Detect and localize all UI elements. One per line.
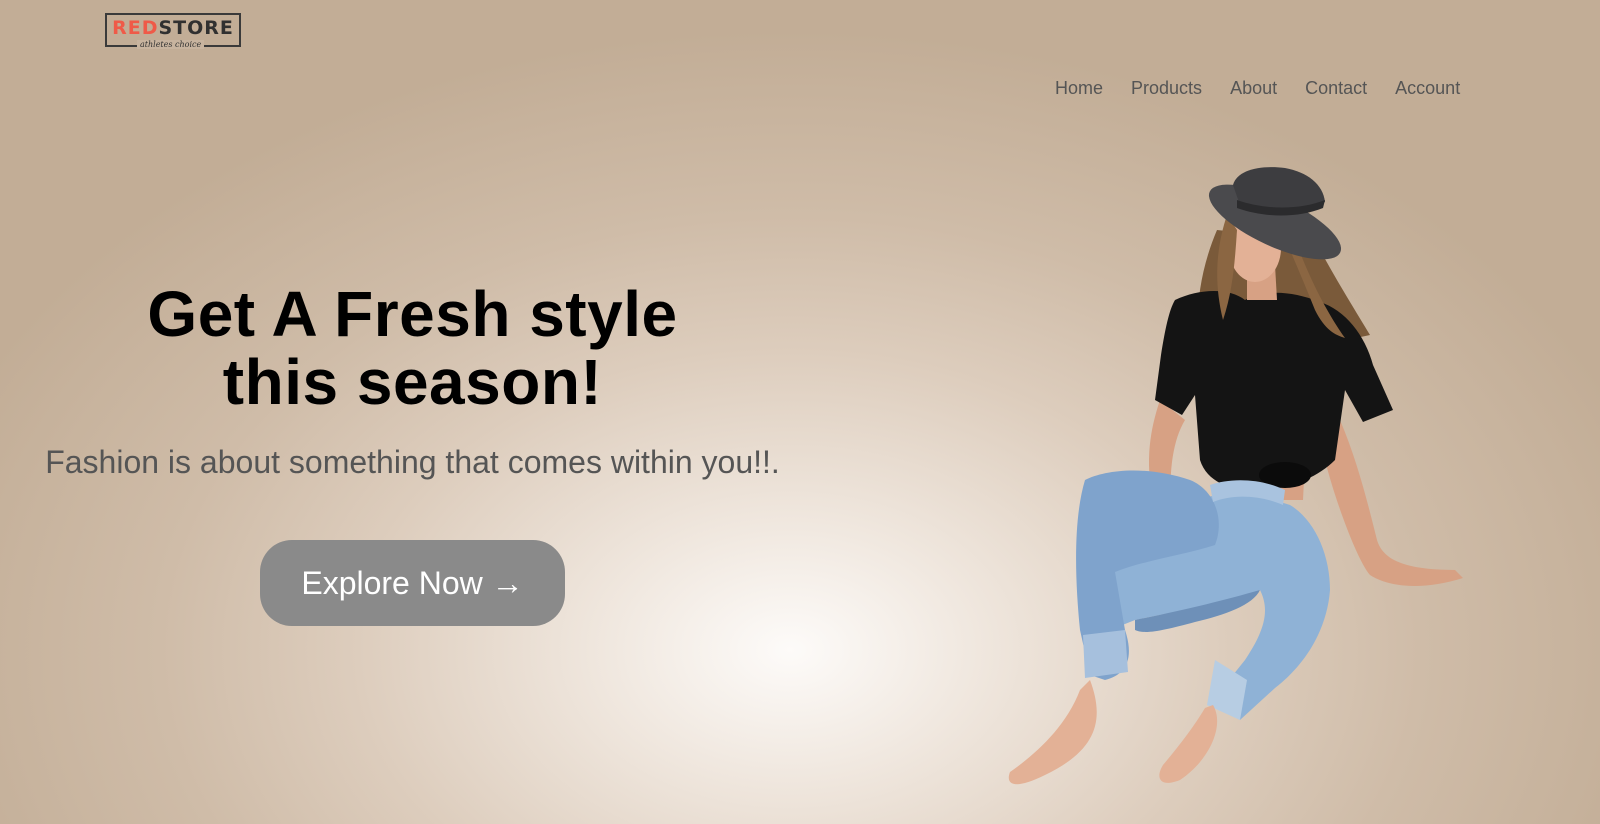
woman-sitting-image [1008, 167, 1463, 785]
nav-item-contact[interactable]: Contact [1305, 78, 1367, 99]
logo-dark-text: STORE [158, 17, 234, 39]
logo-wordmark: REDSTORE [107, 18, 239, 38]
nav-item-account[interactable]: Account [1395, 78, 1460, 99]
nav-item-about[interactable]: About [1230, 78, 1277, 99]
logo-red-text: RED [112, 17, 159, 39]
logo-tagline: athletes choice [137, 40, 205, 49]
logo[interactable]: REDSTORE athletes choice [105, 13, 241, 49]
nav-item-products[interactable]: Products [1131, 78, 1202, 99]
hero-title-line2: this season! [222, 346, 603, 418]
hero-title-line1: Get A Fresh style [147, 278, 678, 350]
hero-subtitle: Fashion is about something that comes wi… [45, 444, 780, 480]
hero-title: Get A Fresh style this season! [40, 280, 785, 416]
explore-now-button[interactable]: Explore Now → [260, 540, 565, 626]
nav-item-home[interactable]: Home [1055, 78, 1103, 99]
main-nav: Home Products About Contact Account [1055, 78, 1460, 99]
hero-section: Get A Fresh style this season! Fashion i… [40, 280, 785, 626]
